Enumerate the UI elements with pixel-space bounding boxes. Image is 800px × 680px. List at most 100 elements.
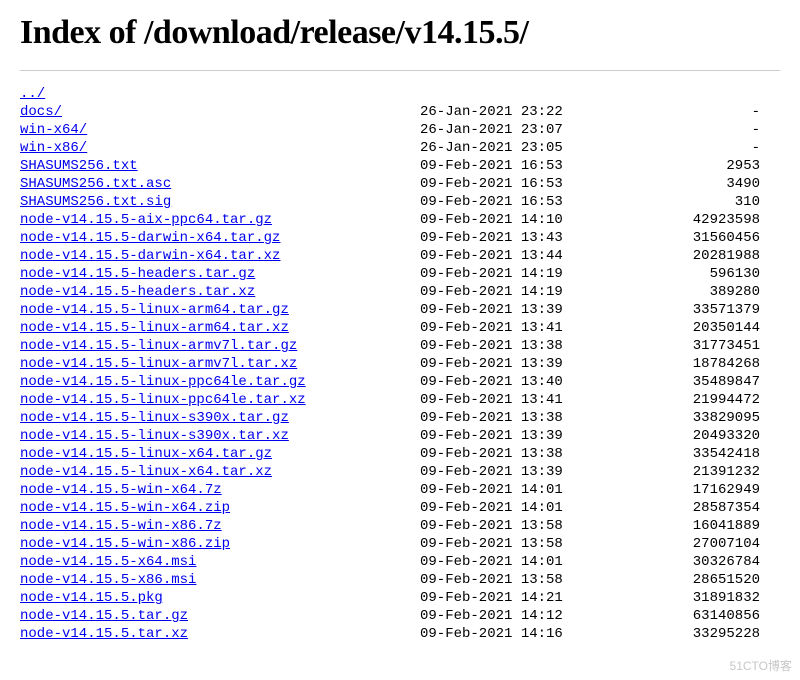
list-item: SHASUMS256.txt.sig09-Feb-2021 16:53310 xyxy=(20,193,780,211)
file-date-cell: 09-Feb-2021 14:16 xyxy=(420,625,590,643)
file-size-cell: 33295228 xyxy=(590,625,760,643)
list-item: node-v14.15.5-darwin-x64.tar.xz 09-Feb-20… xyxy=(20,247,780,265)
file-name-cell: node-v14.15.5-x86.msi xyxy=(20,571,420,589)
file-link[interactable]: node-v14.15.5-win-x64.zip xyxy=(20,500,230,516)
file-name-cell: docs/ xyxy=(20,103,420,121)
file-size-cell: 31560456 xyxy=(590,229,760,247)
file-date-cell: 09-Feb-2021 13:39 xyxy=(420,301,590,319)
file-link[interactable]: node-v14.15.5-headers.tar.gz xyxy=(20,266,255,282)
file-size-cell: 63140856 xyxy=(590,607,760,625)
file-link[interactable]: node-v14.15.5-linux-x64.tar.xz xyxy=(20,464,272,480)
file-link[interactable]: node-v14.15.5-win-x86.7z xyxy=(20,518,222,534)
file-date-cell: 09-Feb-2021 13:38 xyxy=(420,445,590,463)
list-item: node-v14.15.5-linux-armv7l.tar.gz09-Feb-… xyxy=(20,337,780,355)
file-link[interactable]: win-x86/ xyxy=(20,140,87,156)
file-size-cell: 20493320 xyxy=(590,427,760,445)
file-name-cell: node-v14.15.5-linux-ppc64le.tar.xz xyxy=(20,391,420,409)
file-name-cell: node-v14.15.5-linux-armv7l.tar.xz xyxy=(20,355,420,373)
file-size-cell: 27007104 xyxy=(590,535,760,553)
file-listing: docs/26-Jan-2021 23:22-win-x64/26-Jan-20… xyxy=(20,103,780,643)
file-link[interactable]: SHASUMS256.txt.asc xyxy=(20,176,171,192)
file-name-cell: node-v14.15.5-darwin-x64.tar.gz xyxy=(20,229,420,247)
file-name-cell: node-v14.15.5-darwin-x64.tar.xz xyxy=(20,247,420,265)
list-item: node-v14.15.5-aix-ppc64.tar.gz09-Feb-202… xyxy=(20,211,780,229)
list-item: node-v14.15.5-darwin-x64.tar.gz 09-Feb-20… xyxy=(20,229,780,247)
list-item: node-v14.15.5.tar.xz 09-Feb-2021 14:16332… xyxy=(20,625,780,643)
file-link[interactable]: win-x64/ xyxy=(20,122,87,138)
file-date-cell: 09-Feb-2021 13:39 xyxy=(420,427,590,445)
file-size-cell: - xyxy=(590,139,760,157)
file-link[interactable]: node-v14.15.5.tar.gz xyxy=(20,608,188,624)
file-link[interactable]: SHASUMS256.txt.sig xyxy=(20,194,171,210)
file-date-cell: 09-Feb-2021 16:53 xyxy=(420,175,590,193)
divider xyxy=(20,70,780,71)
file-link[interactable]: node-v14.15.5-linux-armv7l.tar.xz xyxy=(20,356,297,372)
list-item: node-v14.15.5-linux-ppc64le.tar.xz09-Feb… xyxy=(20,391,780,409)
file-name-cell: node-v14.15.5-linux-x64.tar.gz xyxy=(20,445,420,463)
list-item: node-v14.15.5-win-x86.zip 09-Feb-2021 13:… xyxy=(20,535,780,553)
file-size-cell: 28651520 xyxy=(590,571,760,589)
file-link[interactable]: node-v14.15.5-linux-armv7l.tar.gz xyxy=(20,338,297,354)
file-date-cell: 09-Feb-2021 16:53 xyxy=(420,193,590,211)
file-size-cell: 16041889 xyxy=(590,517,760,535)
file-link[interactable]: node-v14.15.5-aix-ppc64.tar.gz xyxy=(20,212,272,228)
file-date-cell: 09-Feb-2021 14:19 xyxy=(420,265,590,283)
file-name-cell: SHASUMS256.txt.asc xyxy=(20,175,420,193)
file-link[interactable]: node-v14.15.5.tar.xz xyxy=(20,626,188,642)
list-item: node-v14.15.5-linux-x64.tar.xz 09-Feb-202… xyxy=(20,463,780,481)
list-item: SHASUMS256.txt09-Feb-2021 16:532953 xyxy=(20,157,780,175)
list-item: node-v14.15.5-win-x64.7z 09-Feb-2021 14:0… xyxy=(20,481,780,499)
parent-dir-link[interactable]: ../ xyxy=(20,86,45,102)
file-link[interactable]: node-v14.15.5-headers.tar.xz xyxy=(20,284,255,300)
file-link[interactable]: node-v14.15.5-x86.msi xyxy=(20,572,196,588)
file-date-cell: 09-Feb-2021 14:12 xyxy=(420,607,590,625)
file-name-cell: node-v14.15.5-aix-ppc64.tar.gz xyxy=(20,211,420,229)
file-date-cell: 09-Feb-2021 13:58 xyxy=(420,535,590,553)
list-item: node-v14.15.5-linux-x64.tar.gz 09-Feb-202… xyxy=(20,445,780,463)
file-size-cell: - xyxy=(590,121,760,139)
file-date-cell: 09-Feb-2021 13:40 xyxy=(420,373,590,391)
file-date-cell: 09-Feb-2021 14:01 xyxy=(420,481,590,499)
file-date-cell: 09-Feb-2021 13:58 xyxy=(420,571,590,589)
file-name-cell: node-v14.15.5.tar.xz xyxy=(20,625,420,643)
file-name-cell: node-v14.15.5-win-x86.7z xyxy=(20,517,420,535)
file-link[interactable]: node-v14.15.5-linux-arm64.tar.gz xyxy=(20,302,289,318)
file-size-cell: 33571379 xyxy=(590,301,760,319)
file-link[interactable]: SHASUMS256.txt xyxy=(20,158,138,174)
list-item: node-v14.15.5-linux-arm64.tar.gz 09-Feb-2… xyxy=(20,301,780,319)
file-date-cell: 09-Feb-2021 13:43 xyxy=(420,229,590,247)
file-link[interactable]: node-v14.15.5-linux-ppc64le.tar.gz xyxy=(20,374,306,390)
list-item: node-v14.15.5-win-x64.zip09-Feb-2021 14:… xyxy=(20,499,780,517)
file-date-cell: 09-Feb-2021 14:21 xyxy=(420,589,590,607)
file-size-cell: 20281988 xyxy=(590,247,760,265)
file-date-cell: 09-Feb-2021 13:58 xyxy=(420,517,590,535)
directory-index-page: Index of /download/release/v14.15.5/ ../… xyxy=(0,0,800,663)
file-link[interactable]: node-v14.15.5-linux-s390x.tar.gz xyxy=(20,410,289,426)
file-link[interactable]: node-v14.15.5-linux-s390x.tar.xz xyxy=(20,428,289,444)
file-name-cell: node-v14.15.5-win-x64.zip xyxy=(20,499,420,517)
file-link[interactable]: node-v14.15.5-x64.msi xyxy=(20,554,196,570)
file-date-cell: 09-Feb-2021 13:44 xyxy=(420,247,590,265)
file-name-cell: SHASUMS256.txt xyxy=(20,157,420,175)
page-title: Index of /download/release/v14.15.5/ xyxy=(20,14,780,52)
parent-dir-row: ../ xyxy=(20,85,780,103)
file-size-cell: 596130 xyxy=(590,265,760,283)
file-link[interactable]: node-v14.15.5-linux-arm64.tar.xz xyxy=(20,320,289,336)
file-name-cell: node-v14.15.5-x64.msi xyxy=(20,553,420,571)
file-date-cell: 09-Feb-2021 13:39 xyxy=(420,463,590,481)
file-link[interactable]: node-v14.15.5-win-x64.7z xyxy=(20,482,222,498)
file-date-cell: 09-Feb-2021 13:38 xyxy=(420,409,590,427)
file-link[interactable]: docs/ xyxy=(20,104,62,120)
file-link[interactable]: node-v14.15.5-darwin-x64.tar.xz xyxy=(20,248,280,264)
file-link[interactable]: node-v14.15.5-darwin-x64.tar.gz xyxy=(20,230,280,246)
file-link[interactable]: node-v14.15.5-win-x86.zip xyxy=(20,536,230,552)
file-date-cell: 09-Feb-2021 13:39 xyxy=(420,355,590,373)
file-name-cell: win-x86/ xyxy=(20,139,420,157)
list-item: node-v14.15.5-headers.tar.xz09-Feb-2021 … xyxy=(20,283,780,301)
file-name-cell: node-v14.15.5-linux-arm64.tar.gz xyxy=(20,301,420,319)
list-item: SHASUMS256.txt.asc09-Feb-2021 16:533490 xyxy=(20,175,780,193)
file-link[interactable]: node-v14.15.5-linux-x64.tar.gz xyxy=(20,446,272,462)
file-link[interactable]: node-v14.15.5.pkg xyxy=(20,590,163,606)
file-name-cell: node-v14.15.5-linux-armv7l.tar.gz xyxy=(20,337,420,355)
file-link[interactable]: node-v14.15.5-linux-ppc64le.tar.xz xyxy=(20,392,306,408)
